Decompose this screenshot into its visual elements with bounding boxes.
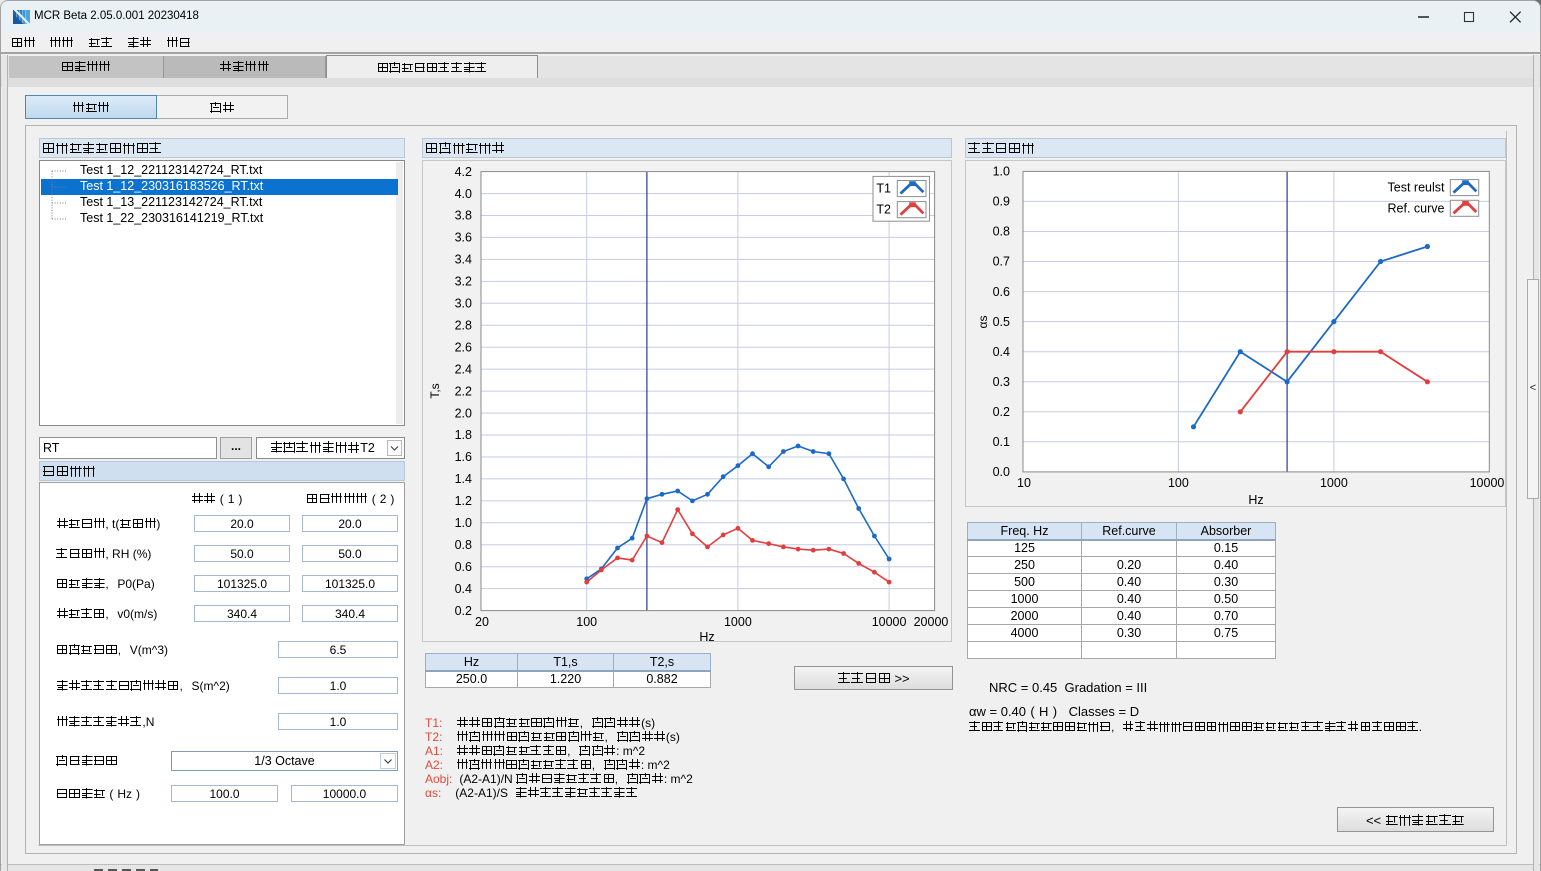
svg-text:1.6: 1.6 [455, 450, 472, 464]
svg-text:3.4: 3.4 [455, 253, 472, 267]
svg-text:100: 100 [1168, 476, 1189, 490]
svg-text:0.0: 0.0 [993, 465, 1010, 479]
svg-text:1.0: 1.0 [993, 165, 1010, 179]
svg-text:0.7: 0.7 [993, 255, 1010, 269]
svg-text:0.6: 0.6 [455, 560, 472, 574]
svg-text:100: 100 [576, 615, 597, 629]
svg-text:T,s: T,s [428, 383, 442, 398]
svg-text:1.8: 1.8 [455, 428, 472, 442]
svg-text:Test reulst: Test reulst [1388, 181, 1445, 195]
svg-text:0.5: 0.5 [993, 315, 1010, 329]
svg-text:10: 10 [1017, 476, 1031, 490]
svg-text:2.8: 2.8 [455, 318, 472, 332]
svg-text:4.2: 4.2 [455, 165, 472, 179]
svg-text:10000: 10000 [872, 615, 907, 629]
svg-text:10000: 10000 [1470, 476, 1505, 490]
svg-text:0.6: 0.6 [993, 285, 1010, 299]
svg-text:0.3: 0.3 [993, 375, 1010, 389]
svg-text:Hz: Hz [1248, 493, 1263, 507]
svg-text:1.0: 1.0 [455, 516, 472, 530]
svg-text:Ref. curve: Ref. curve [1388, 201, 1445, 215]
svg-text:Hz: Hz [699, 630, 714, 642]
svg-text:0.4: 0.4 [455, 582, 472, 596]
svg-text:3.6: 3.6 [455, 231, 472, 245]
svg-text:0.2: 0.2 [455, 604, 472, 618]
svg-text:4.0: 4.0 [455, 187, 472, 201]
svg-text:2.0: 2.0 [455, 406, 472, 420]
svg-text:2.4: 2.4 [455, 362, 472, 376]
svg-text:0.4: 0.4 [993, 345, 1010, 359]
svg-text:T1: T1 [876, 182, 891, 196]
svg-text:1000: 1000 [1320, 476, 1348, 490]
svg-text:20: 20 [475, 615, 489, 629]
svg-text:0.9: 0.9 [993, 195, 1010, 209]
svg-text:αs: αs [976, 316, 990, 329]
svg-text:20000: 20000 [914, 615, 949, 629]
svg-text:1.2: 1.2 [455, 494, 472, 508]
svg-text:3.0: 3.0 [455, 297, 472, 311]
svg-text:0.2: 0.2 [993, 405, 1010, 419]
svg-text:3.2: 3.2 [455, 275, 472, 289]
svg-text:0.1: 0.1 [993, 435, 1010, 449]
svg-text:1.4: 1.4 [455, 472, 472, 486]
svg-text:T2: T2 [876, 203, 891, 217]
svg-text:1000: 1000 [724, 615, 752, 629]
svg-text:0.8: 0.8 [993, 225, 1010, 239]
svg-text:3.8: 3.8 [455, 209, 472, 223]
svg-text:0.8: 0.8 [455, 538, 472, 552]
svg-text:2.6: 2.6 [455, 340, 472, 354]
svg-text:2.2: 2.2 [455, 384, 472, 398]
